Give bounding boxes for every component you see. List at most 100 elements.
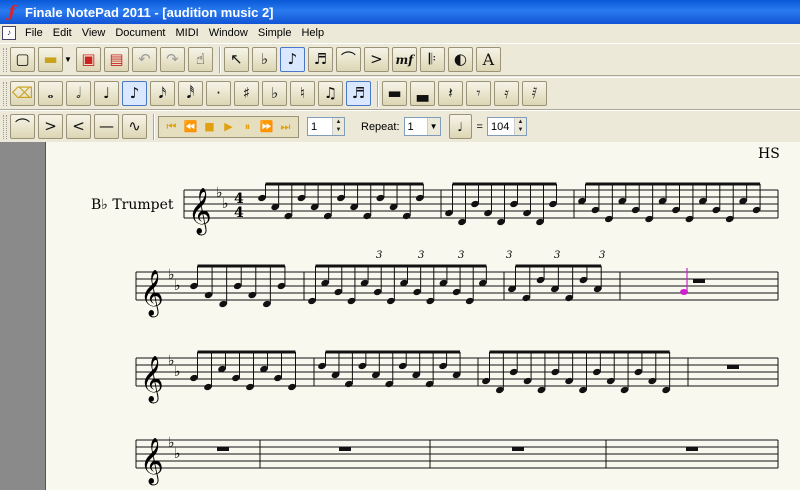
whole-rest-icon [512, 447, 524, 451]
toolbar-grip[interactable] [3, 81, 7, 106]
whole-rest-icon [727, 365, 739, 369]
document-icon[interactable]: ♪ [2, 26, 16, 40]
tempo-equals: = [476, 120, 483, 133]
score-canvas[interactable]: HS B♭ Trumpet 𝄞 ♭♭ 44𝄞 ♭♭𝄞 ♭♭𝄞 ♭♭3 3 3 3 3 3 [46, 142, 800, 490]
title-bar: ƒ Finale NotePad 2011 - [audition music … [0, 0, 800, 24]
instrument-name: B♭ Trumpet [91, 197, 174, 213]
measure-spinner[interactable]: 1 ▲ ▼ [307, 117, 345, 136]
play-icon[interactable]: ▶ [219, 119, 238, 135]
whole-note-icon[interactable]: 𝅝 [38, 81, 63, 106]
menu-midi[interactable]: MIDI [171, 24, 204, 42]
treble-clef-icon: 𝄞 [140, 270, 164, 318]
stop-icon[interactable]: ■ [200, 119, 219, 135]
tempo-spinner[interactable]: 104 ▲ ▼ [486, 117, 527, 136]
hand-icon[interactable]: ☝ [187, 47, 213, 72]
repeat-value[interactable]: 1 [405, 121, 427, 133]
menu-document[interactable]: Document [110, 24, 170, 42]
tuplet-number: 3 [554, 250, 560, 261]
menu-help[interactable]: Help [296, 24, 329, 42]
slur-icon[interactable]: ⌒ [335, 47, 361, 72]
tempo-note-icon[interactable]: ♩ [448, 114, 472, 139]
natural-icon[interactable]: ♮ [290, 81, 315, 106]
rewind-icon[interactable]: ⏪ [181, 119, 200, 135]
undo-icon[interactable]: ↶ [131, 47, 157, 72]
spinner-arrows-icon[interactable]: ▲ ▼ [513, 118, 526, 135]
tuplet-number: 3 [376, 250, 382, 261]
tie-icon[interactable]: ♫ [318, 81, 343, 106]
measure-value[interactable]: 1 [308, 121, 332, 133]
half-rest-icon[interactable]: ▃ [410, 81, 435, 106]
menu-view[interactable]: View [77, 24, 111, 42]
spinner-arrows-icon[interactable]: ▲ ▼ [332, 118, 344, 135]
document-area: HS B♭ Trumpet 𝄞 ♭ ♭ 4 4 𝄞 ♭ ♭ 𝄞 ♭ ♭ 𝄞 ♭ ♭ 3 3 3 3 3 3 [0, 142, 800, 490]
score-page[interactable]: HS B♭ Trumpet 𝄞 ♭ ♭ 4 4 𝄞 ♭ ♭ 𝄞 ♭ ♭ 𝄞 ♭ ♭ 3 3 3 3 3 3 [45, 142, 800, 490]
tuplet-icon[interactable]: ♬ [307, 47, 333, 72]
toolbar-grip[interactable] [3, 47, 7, 72]
flat-icon[interactable]: ♭ [262, 81, 287, 106]
key-flat-icon: ♭ [174, 446, 181, 462]
sixteenth-note-icon[interactable]: 𝅘𝅥𝅯 [150, 81, 175, 106]
whole-rest-icon [217, 447, 229, 451]
decrescendo-icon[interactable]: > [38, 114, 63, 139]
treble-clef-icon: 𝄞 [140, 438, 164, 486]
line-icon[interactable]: — [94, 114, 119, 139]
arrow-select-icon[interactable]: ↖ [223, 47, 249, 72]
open-dropdown-icon[interactable]: ▼ [64, 55, 72, 64]
eraser-icon[interactable]: ⌫ [10, 81, 35, 106]
staves: 𝄞 ♭♭ 44𝄞 ♭♭𝄞 ♭♭𝄞 ♭♭3 3 3 3 3 3 [135, 182, 779, 486]
pause-icon[interactable]: ⏸ [238, 119, 257, 135]
expression-button[interactable]: mf [391, 47, 417, 72]
tuplet-entry-icon[interactable]: ♬ [346, 81, 371, 106]
text-button[interactable]: A [475, 47, 501, 72]
whole-rest-icon[interactable]: ▬ [382, 81, 407, 106]
redo-icon[interactable]: ↷ [159, 47, 185, 72]
menu-window[interactable]: Window [204, 24, 253, 42]
forward-to-end-icon[interactable]: ⏭ [276, 119, 295, 135]
finale-window: { "window": { "title": "Finale NotePad 2… [0, 0, 800, 490]
finale-f-icon: ƒ [8, 2, 16, 21]
whole-rest-icon [693, 279, 705, 283]
tuplet-number: 3 [418, 250, 424, 261]
tempo-value[interactable]: 104 [488, 121, 514, 133]
quarter-note-icon[interactable]: ♩ [94, 81, 119, 106]
menu-edit[interactable]: Edit [48, 24, 77, 42]
repeat-icon[interactable]: 𝄆 [419, 47, 445, 72]
dot-icon[interactable]: · [206, 81, 231, 106]
chevron-down-icon[interactable]: ▼ [426, 118, 440, 135]
bend-icon[interactable]: ∿ [122, 114, 147, 139]
menu-bar: ♪ File Edit View Document MIDI Window Si… [0, 24, 800, 42]
thirtysecond-rest-icon[interactable]: 𝅀 [522, 81, 547, 106]
chord-icon[interactable]: ◐ [447, 47, 473, 72]
whole-rest-icon [339, 447, 351, 451]
slur-shape-icon[interactable]: ⌒ [10, 114, 35, 139]
new-file-icon[interactable]: ▢ [10, 47, 35, 72]
key-sig-icon[interactable]: ♭ [251, 47, 277, 72]
fast-forward-icon[interactable]: ⏩ [257, 119, 276, 135]
sharp-icon[interactable]: ♯ [234, 81, 259, 106]
eighth-note-entry-icon[interactable]: ♪ [122, 81, 147, 106]
crescendo-icon[interactable]: < [66, 114, 91, 139]
floppy-icon[interactable]: ▣ [75, 47, 101, 72]
thirtysecond-note-icon[interactable]: 𝅘𝅥𝅰 [178, 81, 203, 106]
repeat-label: Repeat: [361, 120, 400, 133]
repeat-select[interactable]: 1 ▼ [403, 117, 441, 136]
window-title: Finale NotePad 2011 - [audition music 2] [25, 4, 274, 20]
printer-icon[interactable]: ▤ [103, 47, 129, 72]
folder-icon[interactable]: ▬ [38, 47, 63, 72]
key-flat-icon: ♭ [174, 364, 181, 380]
key-flat-icon: ♭ [174, 278, 181, 294]
half-note-icon[interactable]: 𝅗𝅥 [66, 81, 91, 106]
toolbar-grip[interactable] [3, 114, 7, 139]
menu-simple[interactable]: Simple [253, 24, 297, 42]
toolbar-separator [153, 113, 155, 140]
eighth-rest-icon[interactable]: 𝄾 [466, 81, 491, 106]
rewind-to-start-icon[interactable]: ⏮ [162, 119, 181, 135]
menu-file[interactable]: File [20, 24, 48, 42]
tuplet-number: 3 [458, 250, 464, 261]
eighth-note-icon[interactable]: ♪ [279, 47, 305, 72]
articulation-icon[interactable]: > [363, 47, 389, 72]
sixteenth-rest-icon[interactable]: 𝄿 [494, 81, 519, 106]
expression-label: mf [395, 52, 414, 67]
text-tool-label: A [482, 49, 495, 69]
quarter-rest-icon[interactable]: 𝄽 [438, 81, 463, 106]
